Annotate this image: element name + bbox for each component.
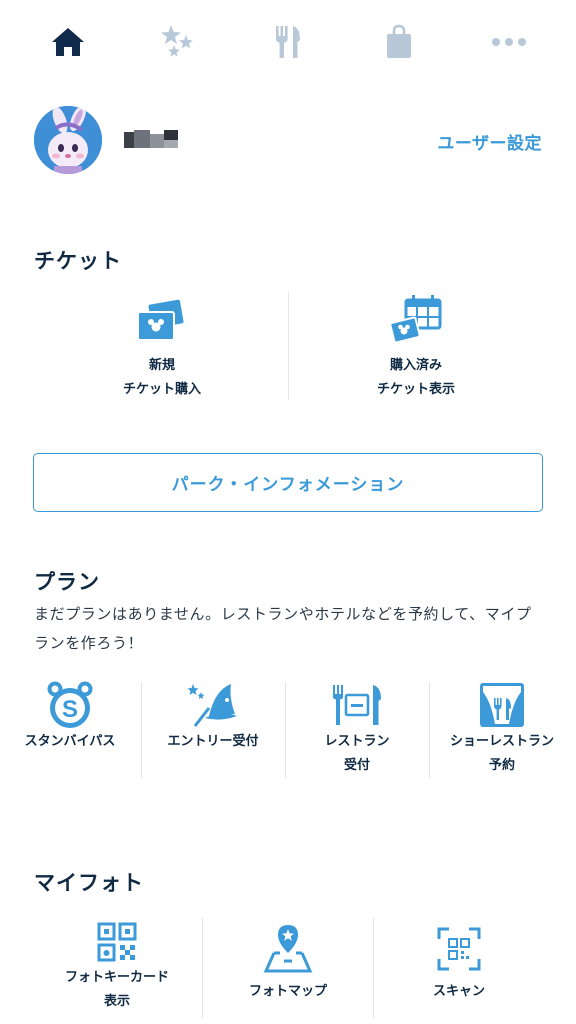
wizard-hat-icon — [187, 684, 237, 727]
plan-title: プラン — [34, 570, 100, 594]
restaurant-icon — [333, 685, 381, 725]
photo-map-icon — [263, 925, 313, 973]
shopping-bag-icon — [387, 24, 411, 58]
new-ticket-icon — [137, 299, 184, 341]
show-restaurant-reservation-button[interactable]: ショーレストラン 予約 — [432, 680, 572, 780]
divider — [141, 682, 142, 778]
sparkle-stars-icon — [161, 25, 193, 57]
standby-pass-label: スタンバイパス — [24, 734, 116, 749]
divider — [285, 682, 286, 778]
restaurant-reception-button[interactable]: レストラン 受付 — [287, 680, 427, 780]
photo-key-card-label-line1: フォトキーカード — [64, 970, 169, 985]
show-restaurant-label-line2: 予約 — [488, 758, 515, 773]
username-blurred — [124, 128, 182, 150]
tickets-title: チケット — [34, 249, 122, 273]
entry-reception-label: エントリー受付 — [167, 734, 259, 749]
nav-shopping[interactable] — [379, 22, 419, 62]
svg-text:S: S — [62, 696, 78, 723]
new-ticket-label-line2: チケット購入 — [122, 382, 201, 397]
top-navigation — [0, 0, 576, 84]
restaurant-label-line1: レストラン — [324, 734, 390, 749]
more-dots-icon — [492, 38, 526, 46]
user-settings-link[interactable]: ユーザー設定 — [437, 129, 542, 154]
divider — [429, 682, 430, 778]
entry-reception-button[interactable]: エントリー受付 — [143, 680, 283, 780]
standby-pass-button[interactable]: S スタンバイパス — [0, 680, 140, 780]
nav-restaurants[interactable] — [268, 22, 308, 62]
purchased-ticket-calendar-icon — [389, 295, 442, 344]
standby-pass-icon: S — [47, 681, 93, 728]
scan-label: スキャン — [432, 984, 485, 999]
new-ticket-label-line1: 新規 — [148, 358, 175, 373]
nav-more[interactable] — [489, 22, 529, 62]
purchased-ticket-view-button[interactable]: 購入済み チケット表示 — [328, 290, 504, 402]
photo-map-label: フォトマップ — [248, 984, 327, 999]
photo-key-card-label-line2: 表示 — [103, 994, 130, 1009]
nav-home[interactable] — [48, 22, 88, 62]
divider — [288, 292, 289, 400]
show-restaurant-icon — [480, 683, 524, 727]
plan-empty-message: まだプランはありません。レストランやホテルなどを予約して、マイプランを作ろう！ — [34, 605, 532, 652]
bunny-character-avatar — [34, 106, 102, 174]
purchased-ticket-label-line1: 購入済み — [389, 358, 442, 373]
show-restaurant-label-line1: ショーレストラン — [449, 734, 554, 749]
new-ticket-purchase-button[interactable]: 新規 チケット購入 — [74, 290, 250, 402]
photo-map-button[interactable]: フォトマップ — [203, 918, 373, 1018]
qr-code-icon — [97, 922, 137, 962]
nav-attractions[interactable] — [157, 22, 197, 62]
avatar[interactable] — [34, 106, 102, 174]
photo-key-card-button[interactable]: フォトキーカード 表示 — [32, 918, 202, 1018]
park-information-button[interactable]: パーク・インフォメーション — [33, 453, 543, 512]
scan-button[interactable]: スキャン — [374, 918, 544, 1018]
home-icon — [52, 28, 84, 56]
purchased-ticket-label-line2: チケット表示 — [376, 382, 455, 397]
myphoto-title: マイフォト — [34, 871, 144, 895]
fork-knife-icon — [276, 26, 300, 58]
scan-icon — [437, 927, 481, 971]
restaurant-label-line2: 受付 — [343, 758, 370, 773]
